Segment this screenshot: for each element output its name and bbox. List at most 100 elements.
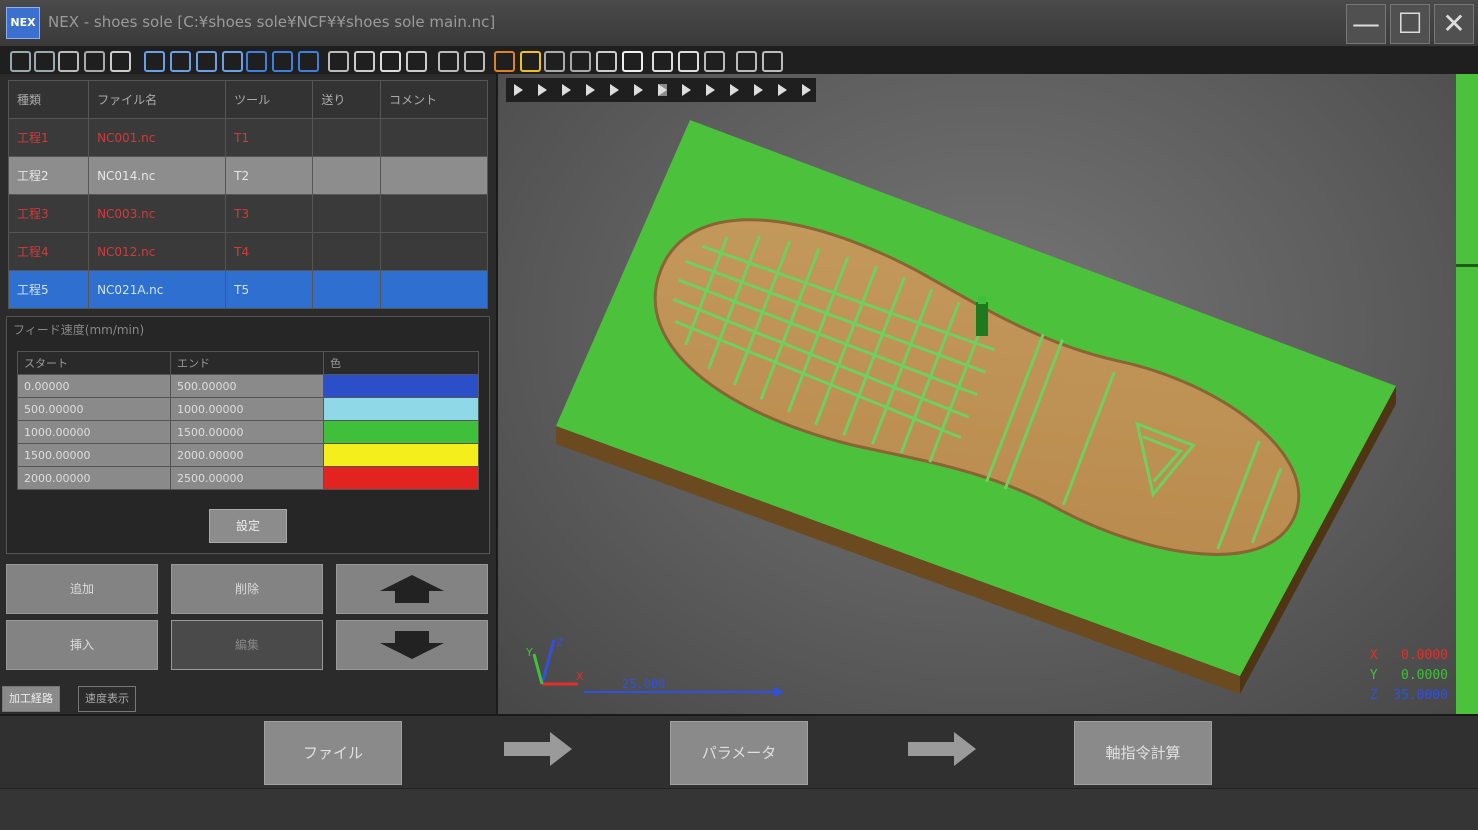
cutter-holder (978, 296, 986, 304)
feed-end: 1500.00000 (170, 420, 324, 444)
y-axis (532, 653, 544, 685)
feed-row[interactable]: 0.00000 500.00000 (17, 374, 479, 398)
coord-x: X 0.0000 (1370, 648, 1448, 663)
maximize-button[interactable]: ☐ (1390, 4, 1430, 44)
cell-file: NC014.nc (88, 156, 227, 195)
flow-arrow-icon (504, 732, 572, 766)
feed-start: 2000.00000 (17, 466, 171, 490)
zoom-out-icon[interactable] (34, 51, 55, 72)
cutter-tool (976, 302, 988, 336)
cell-type: 工程2 (7, 156, 90, 195)
title-bar: NEX NEX - shoes sole [C:¥shoes sole¥NCF¥… (0, 0, 1478, 46)
coord-z-axis: Z (1369, 688, 1378, 703)
move-down-button[interactable] (336, 620, 488, 670)
feed-color-swatch[interactable] (323, 420, 479, 444)
table-row[interactable]: 工程4 NC012.nc T4 (7, 232, 489, 271)
rect-icon[interactable] (596, 51, 617, 72)
measure-icon[interactable] (328, 51, 349, 72)
tab-speed[interactable]: 速度表示 (78, 686, 136, 712)
rotate-icon[interactable] (84, 51, 105, 72)
stock-icon[interactable] (494, 51, 515, 72)
save-icon[interactable] (438, 51, 459, 72)
add-button[interactable]: 追加 (6, 564, 158, 614)
zoom-window-icon[interactable] (58, 51, 79, 72)
3d-viewport[interactable]: Z X Y 25.000 X 0.0000 Y 0.0000 Z 35.0000 (498, 74, 1478, 714)
table-row[interactable]: 工程2 NC014.nc T2 (7, 156, 489, 195)
undo-icon[interactable] (704, 51, 725, 72)
color-scale-bar (1456, 74, 1478, 714)
edit-button[interactable]: 編集 (171, 620, 323, 670)
view-top-icon[interactable] (246, 51, 267, 72)
scale-bar-arrow-icon (774, 687, 784, 697)
table-row-selected[interactable]: 工程5 NC021A.nc T5 (7, 270, 489, 309)
file-step-button[interactable]: ファイル (264, 721, 402, 785)
axis-label-z: Z (556, 636, 564, 649)
feed-row[interactable]: 2000.00000 2500.00000 (17, 466, 479, 490)
move-up-button[interactable] (336, 564, 488, 614)
close-button[interactable]: ✕ (1434, 4, 1474, 44)
header-feed[interactable]: 送り (312, 80, 381, 119)
view-back-icon[interactable] (170, 51, 191, 72)
cell-comment (379, 194, 489, 233)
view-iso-icon[interactable] (298, 51, 319, 72)
process-table: 種類 ファイル名 ツール 送り コメント 工程1 NC001.nc T1 工程2… (7, 80, 489, 309)
cell-feed (312, 156, 381, 195)
header-tool[interactable]: ツール (225, 80, 314, 119)
cell-feed (312, 118, 381, 157)
cell-file: NC021A.nc (88, 270, 227, 309)
feed-color-swatch[interactable] (323, 374, 479, 398)
axis-label-y: Y (525, 646, 533, 659)
tool-icon[interactable] (464, 51, 485, 72)
feed-end: 2000.00000 (170, 443, 324, 467)
feed-color-swatch[interactable] (323, 397, 479, 421)
feed-row[interactable]: 1000.00000 1500.00000 (17, 420, 479, 444)
down-arrow-stem (395, 631, 429, 643)
feed-color-swatch[interactable] (323, 443, 479, 467)
sphere-icon[interactable] (678, 51, 699, 72)
cutter-icon[interactable] (622, 51, 643, 72)
shoe-sole-model: Z X Y 25.000 (525, 120, 1396, 697)
cell-tool: T5 (225, 270, 314, 309)
down-arrow-icon (380, 643, 444, 659)
delete-button[interactable]: 削除 (171, 564, 323, 614)
feed-row[interactable]: 500.00000 1000.00000 (17, 397, 479, 421)
view-left-icon[interactable] (196, 51, 217, 72)
settings-icon[interactable] (652, 51, 673, 72)
info-icon[interactable] (736, 51, 757, 72)
coord-x-value: 0.0000 (1401, 648, 1448, 663)
set-button[interactable]: 設定 (209, 509, 287, 543)
flow-arrow-icon (908, 732, 976, 766)
minimize-button[interactable]: — (1346, 4, 1386, 44)
feed-row[interactable]: 1500.00000 2000.00000 (17, 443, 479, 467)
view-right-icon[interactable] (222, 51, 243, 72)
wire-icon[interactable] (406, 51, 427, 72)
z-axis (540, 639, 556, 685)
shade-icon[interactable] (380, 51, 401, 72)
feed-color-swatch[interactable] (323, 466, 479, 490)
coord-y: Y 0.0000 (1370, 668, 1448, 683)
table-row[interactable]: 工程1 NC001.nc T1 (7, 118, 489, 157)
insert-button[interactable]: 挿入 (6, 620, 158, 670)
help-icon[interactable] (762, 51, 783, 72)
arc-icon[interactable] (570, 51, 591, 72)
cell-feed (312, 232, 381, 271)
table-row[interactable]: 工程3 NC003.nc T3 (7, 194, 489, 233)
cell-feed (312, 194, 381, 233)
feed-speed-panel: フィード速度(mm/min) スタート エンド 色 0.00000 500.000… (6, 316, 490, 554)
pan-icon[interactable] (110, 51, 131, 72)
path-icon[interactable] (544, 51, 565, 72)
view-bottom-icon[interactable] (272, 51, 293, 72)
parameter-step-button[interactable]: パラメータ (670, 721, 808, 785)
header-comment[interactable]: コメント (379, 80, 489, 119)
header-file[interactable]: ファイル名 (88, 80, 227, 119)
cube-icon[interactable] (520, 51, 541, 72)
header-type[interactable]: 種類 (7, 80, 90, 119)
cell-file: NC012.nc (88, 232, 227, 271)
section-icon[interactable] (354, 51, 375, 72)
workflow-bar: ファイル パラメータ 軸指令計算 (0, 714, 1478, 790)
tab-toolpath[interactable]: 加工経路 (2, 686, 60, 712)
view-front-icon[interactable] (144, 51, 165, 72)
zoom-in-icon[interactable] (10, 51, 31, 72)
process-table-header: 種類 ファイル名 ツール 送り コメント (7, 80, 489, 119)
axis-command-calc-button[interactable]: 軸指令計算 (1074, 721, 1212, 785)
